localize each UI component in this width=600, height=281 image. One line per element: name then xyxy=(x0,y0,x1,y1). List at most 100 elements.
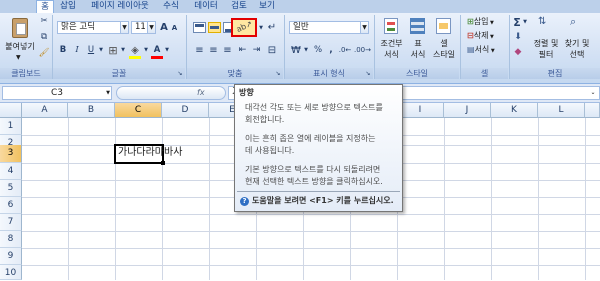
formula-expand-icon[interactable]: ⌄ xyxy=(588,87,598,99)
paste-button[interactable]: 붙여넣기 ▼ xyxy=(2,15,36,65)
cells-group-label: 셀 xyxy=(461,68,508,79)
decrease-decimal-icon[interactable]: .00→ xyxy=(354,44,371,57)
alignment-dialog-launcher-icon[interactable]: ↘ xyxy=(274,68,282,79)
orientation-tooltip: 방향 대각선 각도 또는 세로 방향으로 텍스트를 회전합니다. 이는 흔히 좁… xyxy=(234,84,403,212)
column-header[interactable]: I xyxy=(397,103,444,118)
copy-icon[interactable]: ⧉ xyxy=(38,31,50,44)
row-header[interactable]: 6 xyxy=(0,197,22,214)
font-dialog-launcher-icon[interactable]: ↘ xyxy=(176,68,184,79)
clipboard-group-label: 클립보드 xyxy=(0,68,52,79)
delete-icon: ⊟ xyxy=(467,31,474,40)
row-header[interactable]: 8 xyxy=(0,231,22,248)
column-header[interactable]: B xyxy=(68,103,115,118)
column-header-partial[interactable] xyxy=(585,103,600,118)
row-header[interactable]: 10 xyxy=(0,265,22,280)
tab-view[interactable]: 보기 xyxy=(256,0,278,13)
tab-home[interactable]: 홈 xyxy=(36,0,54,13)
paste-label: 붙여넣기 xyxy=(5,42,35,51)
conditional-format-icon xyxy=(384,18,398,34)
autosum-icon[interactable]: Σ xyxy=(512,16,522,29)
merge-center-icon[interactable]: ⊟ xyxy=(265,44,279,57)
tooltip-title: 방향 xyxy=(239,88,254,97)
column-header[interactable]: J xyxy=(444,103,491,118)
row-header[interactable]: 9 xyxy=(0,248,22,265)
increase-indent-icon[interactable]: ⇥ xyxy=(250,44,263,57)
number-group-label: 표시 형식 xyxy=(285,68,373,79)
underline-button[interactable]: U xyxy=(85,44,97,57)
row-header[interactable]: 1 xyxy=(0,118,22,135)
tab-review[interactable]: 검토 xyxy=(228,0,250,13)
find-select-button[interactable]: ⌕ 찾기 및 선택 xyxy=(561,15,591,65)
tab-insert[interactable]: 삽입 xyxy=(56,0,80,13)
column-header[interactable]: K xyxy=(491,103,538,118)
conditional-format-button[interactable]: 조건부 서식 xyxy=(377,15,404,65)
cell-c3-text: 가나다라마바사 xyxy=(118,147,183,158)
bold-button[interactable]: B xyxy=(57,44,69,57)
column-header[interactable]: L xyxy=(538,103,585,118)
font-color-dropdown-icon[interactable]: ▼ xyxy=(164,44,170,57)
insert-cells-button[interactable]: ⊞삽입 ▼ xyxy=(466,16,506,29)
row-header[interactable]: 7 xyxy=(0,214,22,231)
grow-font-icon[interactable]: A xyxy=(159,21,169,34)
row-header-selected[interactable]: 3 xyxy=(0,145,22,163)
row-header[interactable]: 4 xyxy=(0,163,22,180)
align-left-icon[interactable]: ≡ xyxy=(193,44,206,57)
align-right-icon[interactable]: ≡ xyxy=(221,44,234,57)
tooltip-line: 이는 흔히 좁은 열에 레이블을 지정하는 xyxy=(245,134,376,143)
comma-button[interactable]: , xyxy=(326,44,336,57)
fill-icon[interactable]: ⬇ xyxy=(512,31,524,44)
font-group-label: 글꼴 xyxy=(53,68,185,79)
border-dropdown-icon[interactable]: ▼ xyxy=(120,44,126,57)
autosum-dropdown-icon[interactable]: ▼ xyxy=(522,16,528,29)
orientation-button[interactable]: ab↗ xyxy=(231,18,257,37)
tab-data[interactable]: 데이터 xyxy=(190,0,222,13)
font-name-dropdown[interactable]: ▼ xyxy=(120,21,129,34)
underline-dropdown-icon[interactable]: ▼ xyxy=(98,44,104,57)
column-header-selected[interactable]: C xyxy=(115,103,162,118)
currency-dropdown-icon[interactable]: ▼ xyxy=(303,44,309,57)
styles-group-label: 스타일 xyxy=(375,68,459,79)
name-box[interactable]: C3 xyxy=(2,86,112,100)
decrease-indent-icon[interactable]: ⇤ xyxy=(236,44,249,57)
shrink-font-icon[interactable]: A xyxy=(170,22,179,35)
border-icon[interactable]: ⊞ xyxy=(106,44,120,57)
align-middle-icon[interactable] xyxy=(208,22,221,33)
number-dialog-launcher-icon[interactable]: ↘ xyxy=(364,68,372,79)
tooltip-line: 데 사용됩니다. xyxy=(245,146,295,155)
fill-dropdown-icon[interactable]: ▼ xyxy=(143,44,149,57)
insert-label: 삽입 xyxy=(473,17,489,26)
formula-buttons-area: fx xyxy=(116,86,226,100)
insert-function-icon[interactable]: fx xyxy=(197,87,205,99)
tab-page-layout[interactable]: 페이지 레이아웃 xyxy=(86,0,154,13)
orientation-dropdown-icon[interactable]: ▼ xyxy=(258,22,264,35)
currency-icon[interactable]: ₩ xyxy=(289,44,303,57)
column-header[interactable]: D xyxy=(162,103,209,118)
column-header[interactable]: A xyxy=(22,103,68,118)
format-as-table-button[interactable]: 표 서식 xyxy=(405,15,429,65)
italic-button[interactable]: I xyxy=(71,44,83,57)
cell-styles-button[interactable]: 셀 스타일 xyxy=(430,15,456,65)
font-color-swatch xyxy=(151,56,163,59)
number-format-combo[interactable]: 일반 xyxy=(289,21,361,34)
select-all-corner[interactable] xyxy=(0,103,22,118)
align-center-icon[interactable]: ≡ xyxy=(207,44,220,57)
clear-icon[interactable]: ◆ xyxy=(512,46,524,59)
align-top-icon[interactable] xyxy=(193,22,206,33)
cell-styles-label: 셀 스타일 xyxy=(432,39,456,59)
percent-button[interactable]: % xyxy=(312,44,324,57)
format-cells-button[interactable]: ▤서식 ▼ xyxy=(466,44,506,57)
sort-filter-button[interactable]: ⇅ 정렬 및 필터 xyxy=(530,15,560,65)
cut-icon[interactable]: ✂ xyxy=(38,15,50,28)
fill-handle[interactable] xyxy=(161,161,165,165)
font-name-combo[interactable]: 맑은 고딕 xyxy=(57,21,123,34)
number-format-dropdown[interactable]: ▼ xyxy=(360,21,369,34)
font-size-dropdown[interactable]: ▼ xyxy=(147,21,156,34)
increase-decimal-icon[interactable]: .0← xyxy=(338,44,352,57)
row-header[interactable]: 5 xyxy=(0,180,22,197)
name-box-dropdown-icon[interactable]: ▼ xyxy=(104,87,112,99)
delete-cells-button[interactable]: ⊟삭제 ▼ xyxy=(466,30,506,43)
tab-formulas[interactable]: 수식 xyxy=(160,0,182,13)
tooltip-line: 회전합니다. xyxy=(245,115,285,124)
wrap-text-icon[interactable]: ↵ xyxy=(265,21,279,34)
format-painter-icon[interactable]: 🖌 xyxy=(38,47,50,60)
